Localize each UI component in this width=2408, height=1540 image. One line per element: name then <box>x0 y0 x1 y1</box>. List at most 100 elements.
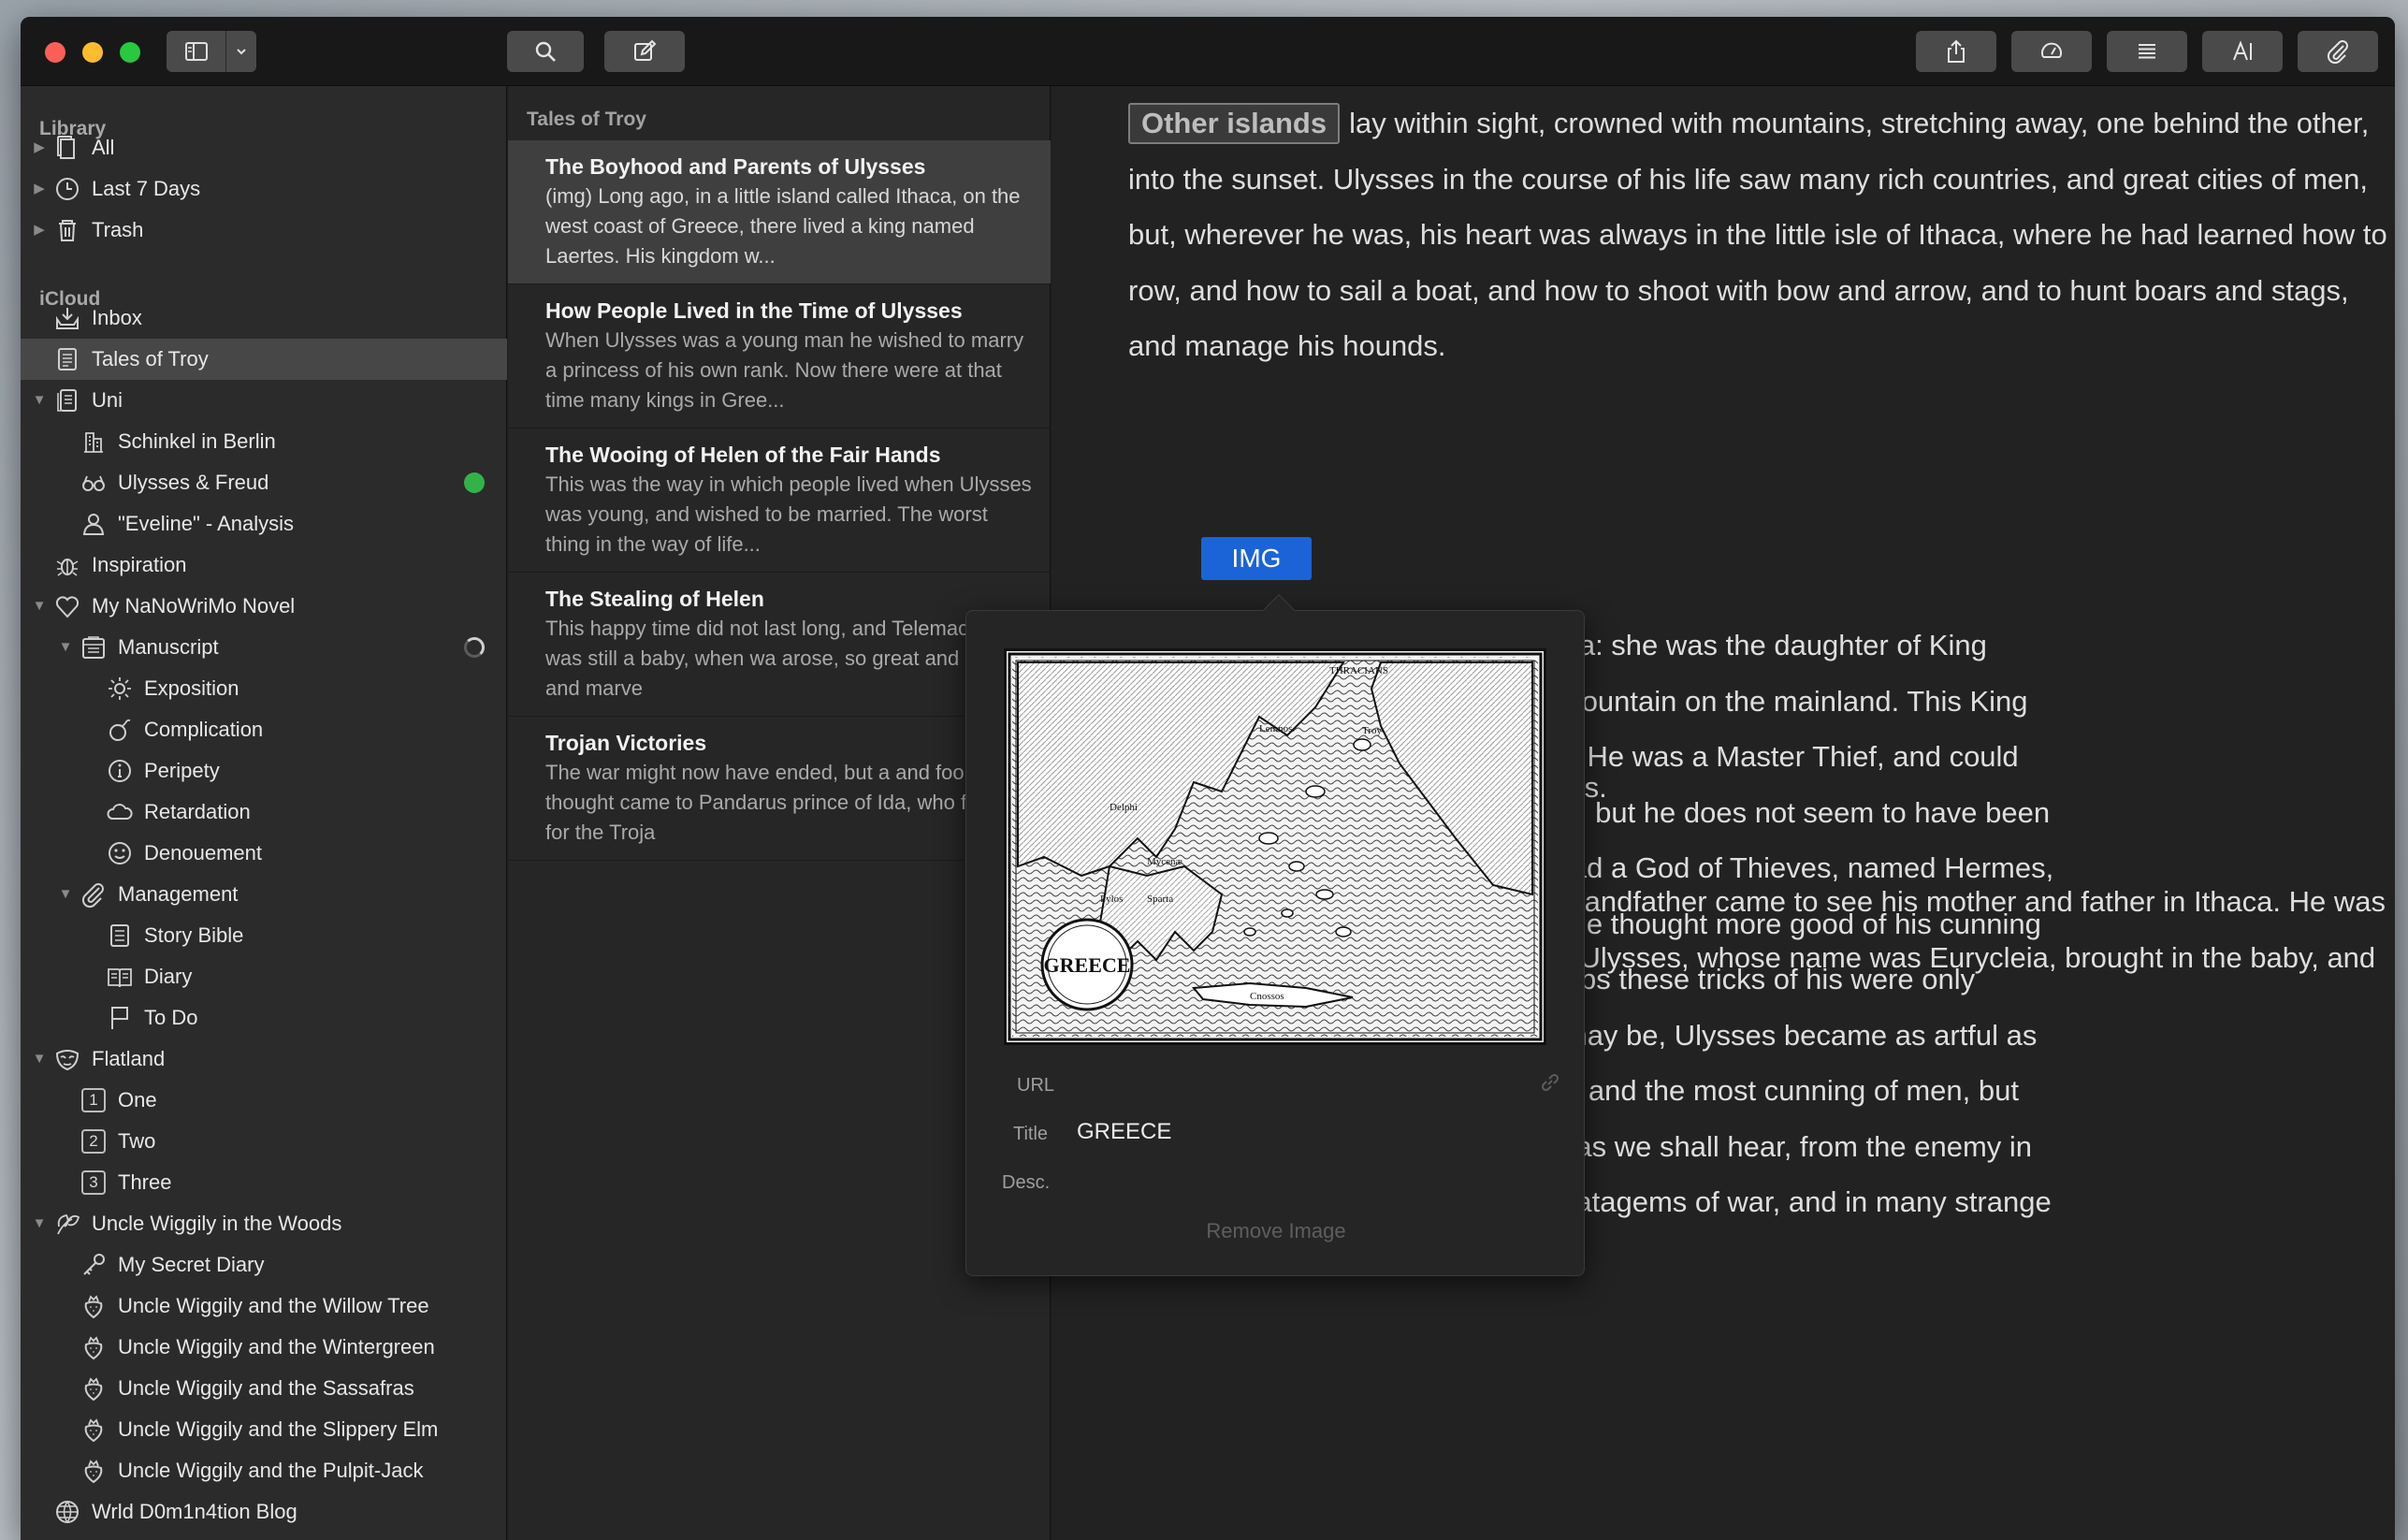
typography-button[interactable] <box>2202 31 2283 72</box>
mask-icon <box>52 1044 82 1074</box>
sidebar-toggle-button[interactable] <box>167 31 226 72</box>
new-sheet-button[interactable] <box>604 31 685 72</box>
sidebar-item-label: Manuscript <box>118 635 219 659</box>
sheet-title: How People Lived in the Time of Ulysses <box>545 298 963 323</box>
sidebar-item-uncle-wiggily-in-the-woods[interactable]: ▼ Uncle Wiggily in the Woods <box>21 1203 507 1244</box>
sidebar-item-label: Schinkel in Berlin <box>118 429 276 453</box>
outline-button[interactable] <box>2107 31 2187 72</box>
link-icon[interactable] <box>1537 1069 1563 1096</box>
sidebar-item-label: Uncle Wiggily in the Woods <box>92 1212 342 1235</box>
sidebar-item-peripety[interactable]: Peripety <box>21 750 507 792</box>
sidebar-toggle-segment <box>167 31 256 72</box>
disclosure-closed-icon[interactable]: ▶ <box>32 182 47 196</box>
sidebar-item-management[interactable]: ▼ Management <box>21 874 507 915</box>
view-options-dropdown[interactable] <box>226 31 256 72</box>
sidebar-item-label: Flatland <box>92 1047 166 1070</box>
remove-image-button[interactable]: Remove Image <box>966 1219 1586 1243</box>
sidebar-item-inspiration[interactable]: Inspiration <box>21 545 507 586</box>
sidebar-item-three[interactable]: 3 Three <box>21 1162 507 1203</box>
disclosure-open-icon[interactable]: ▼ <box>58 640 73 655</box>
sidebar-item-to-do[interactable]: To Do <box>21 997 507 1039</box>
sidebar-item-label: One <box>118 1088 157 1111</box>
search-icon <box>535 41 556 62</box>
disclosure-closed-icon[interactable]: ▶ <box>32 223 47 238</box>
sidebar-item-complication[interactable]: Complication <box>21 709 507 750</box>
sidebar-item-my-nanowrimo-novel[interactable]: ▼ My NaNoWriMo Novel <box>21 586 507 627</box>
list-icon <box>2139 44 2155 59</box>
sidebar-item-uncle-wiggily-and-the-wintergreen[interactable]: Uncle Wiggily and the Wintergreen <box>21 1327 507 1368</box>
disclosure-open-icon[interactable]: ▼ <box>58 887 73 902</box>
inline-tag[interactable]: Other islands <box>1128 103 1341 144</box>
sidebar-item-trash[interactable]: ▶ Trash <box>21 210 507 251</box>
image-popover: THRACIANS Troy Lemnos Delphi Mycenæ Spar… <box>965 594 1586 1276</box>
sheet-list-item[interactable]: The Boyhood and Parents of Ulysses (img) … <box>508 140 1051 284</box>
sidebar-item-denouement[interactable]: Denouement <box>21 833 507 874</box>
sidebar-item-my-secret-diary[interactable]: My Secret Diary <box>21 1244 507 1286</box>
sidebar-item-one[interactable]: 1 One <box>21 1080 507 1121</box>
titlebar <box>21 17 2395 86</box>
sidebar-item-uncle-wiggily-and-the-slippery-elm[interactable]: Uncle Wiggily and the Slippery Elm <box>21 1409 507 1450</box>
sidebar-item-uni[interactable]: ▼ Uni <box>21 380 507 421</box>
chevron-down-icon <box>237 49 246 55</box>
disclosure-open-icon[interactable]: ▼ <box>32 599 47 614</box>
goals-button[interactable] <box>2011 31 2092 72</box>
disclosure-open-icon[interactable]: ▼ <box>32 1216 47 1231</box>
disclosure-open-icon[interactable]: ▼ <box>32 393 47 408</box>
sidebar-item-eveline-analysis[interactable]: "Eveline" - Analysis <box>21 503 507 545</box>
sidebar-item-label: Inspiration <box>92 553 187 576</box>
sidebar-item-diary[interactable]: Diary <box>21 956 507 997</box>
cloud-icon <box>105 797 135 827</box>
attachments-button[interactable] <box>2298 31 2378 72</box>
flag-icon <box>105 1003 135 1033</box>
sidebar-item-label: Tales of Troy <box>92 347 209 370</box>
share-button[interactable] <box>1916 31 1996 72</box>
sheet-list-item[interactable]: How People Lived in the Time of Ulysses W… <box>508 284 1051 429</box>
minimize-window-button[interactable] <box>82 42 103 63</box>
sidebar-item-schinkel-in-berlin[interactable]: Schinkel in Berlin <box>21 421 507 462</box>
sidebar-item-uncle-wiggily-and-the-willow-tree[interactable]: Uncle Wiggily and the Willow Tree <box>21 1286 507 1327</box>
sidebar-item-flatland[interactable]: ▼ Flatland <box>21 1039 507 1080</box>
globe-icon <box>52 1497 82 1527</box>
sheet-list-item[interactable]: The Wooing of Helen of the Fair Hands Thi… <box>508 429 1051 573</box>
sidebar-item-tales-of-troy[interactable]: Tales of Troy <box>21 339 507 380</box>
sidebar-item-label: Diary <box>144 965 193 988</box>
sidebar-item-exposition[interactable]: Exposition <box>21 668 507 709</box>
image-tag-chip[interactable]: IMG <box>1201 537 1312 580</box>
sidebar-item-story-bible[interactable]: Story Bible <box>21 915 507 956</box>
glasses-icon <box>79 468 109 498</box>
sidebar-item-uncle-wiggily-and-the-pulpit-jack[interactable]: Uncle Wiggily and the Pulpit-Jack <box>21 1450 507 1491</box>
sidebar-item-uncle-wiggily-and-the-sassafras[interactable]: Uncle Wiggily and the Sassafras <box>21 1368 507 1409</box>
sidebar-item-last-7-days[interactable]: ▶ Last 7 Days <box>21 168 507 210</box>
sidebar-item-two[interactable]: 2 Two <box>21 1121 507 1162</box>
sheet-title: The Stealing of Helen <box>545 587 764 611</box>
title-field[interactable]: GREECE <box>1077 1119 1171 1145</box>
sidebar-item-all[interactable]: ▶ All <box>21 127 507 168</box>
sidebar-item-label: Retardation <box>144 800 251 823</box>
sidebar-item-manuscript[interactable]: ▼ Manuscript <box>21 627 507 668</box>
zoom-window-button[interactable] <box>120 42 140 63</box>
library-sidebar: Library iCloud ▶ All ▶ Last 7 Days ▶ Trash Inb… <box>21 86 507 1540</box>
number-badge-icon: 2 <box>79 1126 109 1156</box>
sidebar-item-label: Inbox <box>92 306 142 329</box>
svg-text:Pylos: Pylos <box>1100 893 1123 905</box>
sidebar-item-wrld-d0m1n4tion-blog[interactable]: Wrld D0m1n4tion Blog <box>21 1491 507 1533</box>
svg-text:Lemnos: Lemnos <box>1259 723 1292 734</box>
close-window-button[interactable] <box>45 42 65 63</box>
inbox-icon <box>52 303 82 333</box>
sidebar-item-label: Ulysses & Freud <box>118 471 269 494</box>
disclosure-open-icon[interactable]: ▼ <box>32 1052 47 1067</box>
sidebar-item-inbox[interactable]: Inbox <box>21 298 507 339</box>
strawberry-icon <box>79 1456 109 1486</box>
sidebar-item-ulysses-freud[interactable]: Ulysses & Freud <box>21 462 507 503</box>
open-book-icon <box>105 962 135 992</box>
sidebar-item-retardation[interactable]: Retardation <box>21 792 507 833</box>
sidebar-item-label: Uncle Wiggily and the Pulpit-Jack <box>118 1459 424 1482</box>
sidebar-item-label: Wrld D0m1n4tion Blog <box>92 1500 297 1523</box>
search-button[interactable] <box>507 31 584 72</box>
sheet-snippet: This was the way in which people lived w… <box>545 472 1032 556</box>
typography-icon <box>2233 40 2252 61</box>
sheet-snippet: This happy time did not last long, and T… <box>545 617 1026 700</box>
building-icon <box>79 427 109 457</box>
svg-text:Cnossos: Cnossos <box>1250 991 1284 1002</box>
disclosure-closed-icon[interactable]: ▶ <box>32 140 47 155</box>
